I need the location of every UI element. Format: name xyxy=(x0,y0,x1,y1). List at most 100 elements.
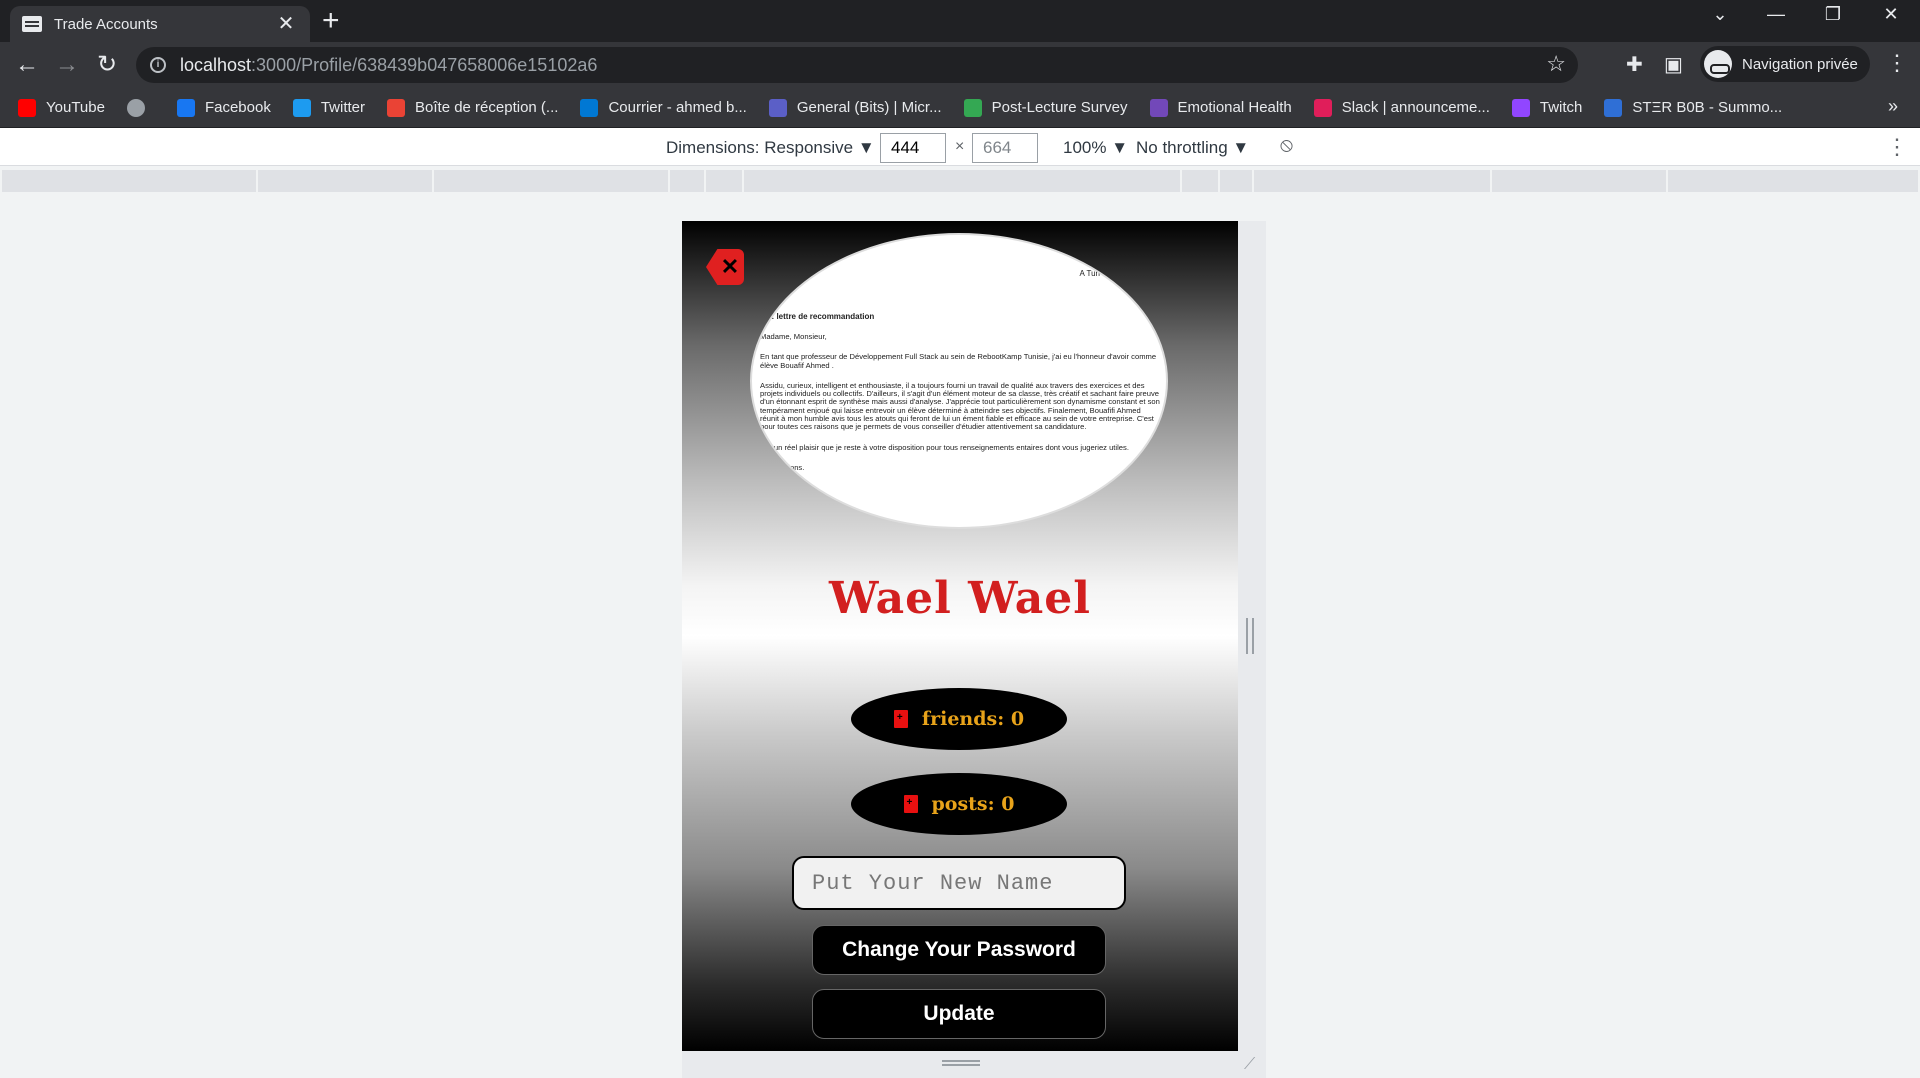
ruler-segment[interactable] xyxy=(434,170,670,192)
bookmark-label: Boîte de réception (... xyxy=(415,99,559,116)
throttling-dropdown[interactable]: No throttling ▼ xyxy=(1136,138,1249,158)
bookmark-label: YouTube xyxy=(46,99,105,116)
doc-header: A Tun xyxy=(1079,269,1100,278)
viewport-resize-handle-right[interactable] xyxy=(1246,618,1254,654)
ruler-segment[interactable] xyxy=(1182,170,1220,192)
new-name-input[interactable] xyxy=(792,856,1126,910)
friends-badge[interactable]: friends: 0 xyxy=(851,688,1067,750)
times-sign: × xyxy=(955,138,965,155)
doc-subject: jet : lettre de recommandation xyxy=(760,312,875,321)
device-toolbar: Dimensions: Responsive ▼ 444 × 664 100% … xyxy=(0,128,1920,166)
bookmark-star-icon[interactable]: ☆ xyxy=(1546,51,1566,77)
ruler-segment[interactable] xyxy=(744,170,1182,192)
address-bar[interactable]: i localhost:3000/Profile/638439b04765800… xyxy=(136,47,1578,83)
avatar-document: A Tun jet : lettre de recommandation Mad… xyxy=(752,235,1166,527)
dimensions-label: Dimensions: Responsive xyxy=(666,138,854,157)
media-query-ruler[interactable] xyxy=(2,170,1918,192)
doc-paragraph: Assidu, curieux, intelligent et enthousi… xyxy=(760,380,1160,432)
friends-icon xyxy=(893,710,908,728)
minimize-button[interactable]: — xyxy=(1756,4,1796,25)
posts-badge[interactable]: posts: 0 xyxy=(851,773,1067,835)
rotate-icon[interactable]: ⦸ xyxy=(1280,134,1293,157)
bookmark-item[interactable]: Twitter xyxy=(292,98,366,117)
bookmark-label: Twitter xyxy=(320,99,366,116)
friends-count: friends: 0 xyxy=(921,708,1025,730)
bookmark-favicon-icon xyxy=(126,98,145,117)
bookmark-item[interactable]: YouTube xyxy=(18,98,105,117)
close-icon: ✕ xyxy=(720,254,740,279)
change-password-button[interactable]: Change Your Password xyxy=(812,925,1106,975)
bookmark-favicon-icon xyxy=(768,98,787,117)
reload-button[interactable]: ↻ xyxy=(92,50,122,80)
ruler-segment[interactable] xyxy=(258,170,434,192)
side-panel-icon[interactable]: ▣ xyxy=(1664,52,1683,77)
ruler-segment[interactable] xyxy=(2,170,258,192)
doc-paragraph: vec un réel plaisir que je reste à votre… xyxy=(760,442,1129,452)
doc-salutation: Madame, Monsieur, xyxy=(760,332,827,341)
bookmark-item[interactable]: Slack | announceme... xyxy=(1313,98,1490,117)
bookmark-item[interactable]: Facebook xyxy=(176,98,271,117)
bookmark-favicon-icon xyxy=(963,98,982,117)
close-profile-button[interactable]: ✕ xyxy=(706,249,744,285)
bookmark-item[interactable]: STΞR B0B - Summo... xyxy=(1604,98,1783,117)
bookmark-item[interactable]: Courrier - ahmed b... xyxy=(580,98,747,117)
ruler-segment[interactable] xyxy=(706,170,744,192)
restore-button[interactable]: ❐ xyxy=(1813,4,1853,25)
width-input[interactable]: 444 xyxy=(880,133,946,163)
viewport-resize-corner-icon[interactable]: ⟋ xyxy=(1244,1056,1262,1074)
tab-search-icon[interactable]: ⌄ xyxy=(1700,4,1740,25)
bookmark-favicon-icon xyxy=(1149,98,1168,117)
bookmark-label: Slack | announceme... xyxy=(1341,99,1490,116)
height-input[interactable]: 664 xyxy=(972,133,1038,163)
bookmark-favicon-icon xyxy=(387,98,406,117)
bookmark-item[interactable]: Twitch xyxy=(1511,98,1582,117)
window-close-button[interactable]: ✕ xyxy=(1871,4,1911,25)
ruler-segment[interactable] xyxy=(1492,170,1668,192)
bookmark-item[interactable]: Boîte de réception (... xyxy=(387,98,559,117)
browser-tab[interactable]: Trade Accounts ✕ xyxy=(10,6,310,42)
device-menu-icon[interactable]: ⋮ xyxy=(1886,134,1908,160)
url-host: localhost xyxy=(180,54,252,75)
update-button[interactable]: Update xyxy=(812,989,1106,1039)
bookmark-favicon-icon xyxy=(1604,98,1623,117)
bookmark-label: STΞR B0B - Summo... xyxy=(1632,99,1783,116)
bookmark-favicon-icon xyxy=(580,98,599,117)
doc-paragraph: En tant que professeur de Développement … xyxy=(760,352,1157,370)
bookmarks-bar: YouTube Facebook Twitter Boîte de réception… xyxy=(0,88,1920,128)
site-info-icon[interactable]: i xyxy=(150,57,166,73)
bookmark-item[interactable]: Emotional Health xyxy=(1149,98,1292,117)
viewport-resize-handle-bottom[interactable] xyxy=(942,1060,980,1066)
bookmark-item[interactable]: Post-Lecture Survey xyxy=(963,98,1128,117)
bookmark-label: General (Bits) | Micr... xyxy=(796,99,942,116)
forward-button[interactable]: → xyxy=(52,50,82,80)
new-tab-button[interactable]: + xyxy=(322,6,340,36)
bookmark-label: Courrier - ahmed b... xyxy=(608,99,747,116)
zoom-dropdown[interactable]: 100% ▼ xyxy=(1063,138,1128,158)
incognito-icon xyxy=(1704,50,1732,78)
bookmark-item[interactable]: General (Bits) | Micr... xyxy=(768,98,942,117)
dimensions-dropdown[interactable]: Dimensions: Responsive ▼ xyxy=(666,138,875,158)
site-favicon-icon xyxy=(22,16,42,32)
browser-toolbar: ← → ↻ i localhost:3000/Profile/638439b04… xyxy=(0,42,1920,88)
bookmark-favicon-icon xyxy=(18,98,36,117)
doc-closing: s salutations. xyxy=(760,462,805,472)
tab-close-icon[interactable]: ✕ xyxy=(274,14,298,34)
back-button[interactable]: ← xyxy=(12,50,42,80)
private-label: Navigation privée xyxy=(1742,55,1858,73)
incognito-indicator[interactable]: Navigation privée xyxy=(1700,46,1870,82)
ruler-segment[interactable] xyxy=(670,170,706,192)
profile-name: Wael Wael xyxy=(829,573,1091,624)
browser-menu-icon[interactable]: ⋮ xyxy=(1886,50,1908,76)
bookmark-item[interactable] xyxy=(126,98,155,117)
ruler-segment[interactable] xyxy=(1668,170,1918,192)
posts-icon xyxy=(903,795,918,813)
bookmark-favicon-icon xyxy=(292,98,311,117)
profile-avatar: A Tun jet : lettre de recommandation Mad… xyxy=(750,233,1168,529)
posts-count: posts: 0 xyxy=(931,793,1015,815)
extensions-icon[interactable]: ✚ xyxy=(1626,52,1643,77)
ruler-segment[interactable] xyxy=(1254,170,1492,192)
tab-title: Trade Accounts xyxy=(54,15,158,33)
bookmark-label: Emotional Health xyxy=(1177,99,1292,116)
more-bookmarks-icon[interactable]: » xyxy=(1888,96,1898,117)
ruler-segment[interactable] xyxy=(1220,170,1254,192)
